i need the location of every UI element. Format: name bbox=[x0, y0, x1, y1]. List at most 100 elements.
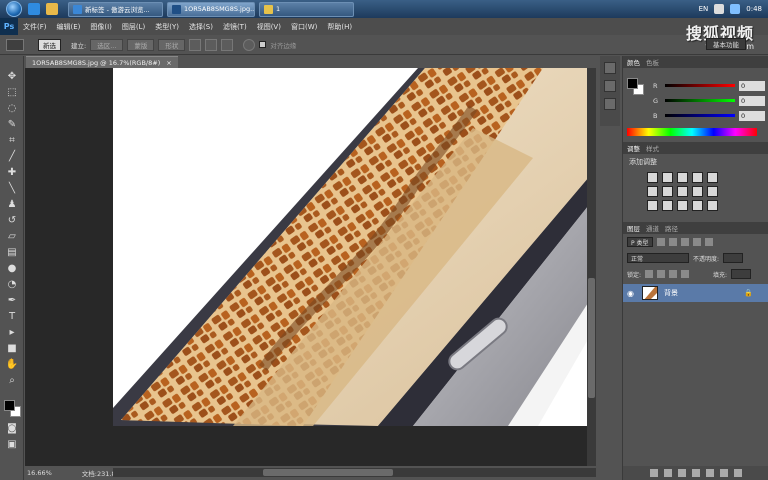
menu-type[interactable]: 类型(Y) bbox=[150, 22, 184, 32]
path-select-tool-icon[interactable]: ▸ bbox=[5, 326, 19, 340]
channel-b-slider[interactable] bbox=[665, 114, 735, 117]
close-icon[interactable]: × bbox=[166, 59, 171, 67]
pen-tool-icon[interactable]: ✒ bbox=[5, 294, 19, 308]
selective-color-icon[interactable] bbox=[707, 200, 718, 211]
quick-mask-icon[interactable]: ◙ bbox=[5, 422, 19, 436]
filter-pixel-icon[interactable] bbox=[656, 238, 665, 246]
foreground-background-swatches[interactable] bbox=[4, 400, 22, 418]
zoom-level[interactable]: 16.66% bbox=[27, 469, 52, 477]
vertical-scroll-thumb[interactable] bbox=[588, 278, 595, 398]
canvas-area[interactable] bbox=[25, 68, 596, 466]
channel-mixer-icon[interactable] bbox=[707, 186, 718, 197]
move-tool-icon[interactable]: ✥ bbox=[5, 70, 19, 84]
folder-icon[interactable] bbox=[46, 3, 58, 15]
lock-all-icon[interactable] bbox=[681, 270, 690, 278]
tray-c-icon[interactable] bbox=[714, 4, 725, 14]
settings-gear-icon[interactable] bbox=[243, 38, 256, 51]
crop-tool-icon[interactable]: ⌗ bbox=[5, 134, 19, 148]
marquee-tool-icon[interactable]: ⬚ bbox=[5, 86, 19, 100]
invert-icon[interactable] bbox=[647, 200, 658, 211]
channel-g-slider[interactable] bbox=[665, 99, 735, 102]
eyedropper-tool-icon[interactable]: ╱ bbox=[5, 150, 19, 164]
menu-help[interactable]: 帮助(H) bbox=[322, 22, 357, 32]
new-layer-icon[interactable] bbox=[720, 469, 728, 477]
document-tab[interactable]: 1OR5AB8SMG8S.jpg @ 16.7%(RGB/8#) × bbox=[26, 56, 178, 68]
lock-position-icon[interactable] bbox=[669, 270, 678, 278]
menu-layer[interactable]: 图层(L) bbox=[117, 22, 150, 32]
color-spectrum-bar[interactable] bbox=[627, 128, 757, 136]
filter-adjust-icon[interactable] bbox=[668, 238, 677, 246]
add-mask-icon[interactable] bbox=[678, 469, 686, 477]
horizontal-scrollbar[interactable] bbox=[113, 468, 596, 477]
color-balance-icon[interactable] bbox=[662, 186, 673, 197]
channel-r-value[interactable]: 0 bbox=[739, 80, 765, 91]
levels-icon[interactable] bbox=[662, 172, 673, 183]
healing-tool-icon[interactable]: ✚ bbox=[5, 166, 19, 180]
filter-type-icon[interactable] bbox=[680, 238, 689, 246]
fill-field[interactable] bbox=[731, 269, 752, 279]
tool-preset-picker[interactable] bbox=[6, 38, 24, 51]
tab-color[interactable]: 颜色 bbox=[627, 57, 640, 67]
tab-swatches[interactable]: 色板 bbox=[646, 57, 659, 67]
menu-window[interactable]: 窗口(W) bbox=[286, 22, 322, 32]
tab-adjustments[interactable]: 调整 bbox=[627, 143, 640, 153]
history-panel-icon[interactable] bbox=[604, 62, 616, 74]
blend-mode-select[interactable]: 正常 bbox=[627, 253, 689, 263]
document-canvas[interactable] bbox=[113, 68, 596, 426]
curves-icon[interactable] bbox=[677, 172, 688, 183]
tab-channels[interactable]: 通道 bbox=[646, 223, 659, 233]
browser-icon[interactable] bbox=[28, 3, 40, 15]
foreground-color-swatch[interactable] bbox=[4, 400, 15, 411]
info-panel-icon[interactable] bbox=[604, 98, 616, 110]
channel-b-value[interactable]: 0 bbox=[739, 110, 765, 121]
new-adjustment-icon[interactable] bbox=[692, 469, 700, 477]
path-arrangement-icon[interactable] bbox=[221, 38, 234, 51]
channel-g-value[interactable]: 0 bbox=[739, 95, 765, 106]
ime-indicator[interactable]: EN bbox=[699, 5, 709, 13]
lasso-tool-icon[interactable]: ◌ bbox=[5, 102, 19, 116]
dodge-tool-icon[interactable]: ◔ bbox=[5, 278, 19, 292]
brush-tool-icon[interactable]: ╲ bbox=[5, 182, 19, 196]
horizontal-scroll-thumb[interactable] bbox=[263, 469, 393, 476]
make-selection-button[interactable]: 选区... bbox=[90, 38, 124, 51]
vertical-scrollbar[interactable] bbox=[587, 68, 596, 466]
tab-styles[interactable]: 样式 bbox=[646, 143, 659, 153]
filter-shape-icon[interactable] bbox=[692, 238, 701, 246]
new-group-icon[interactable] bbox=[706, 469, 714, 477]
opacity-field[interactable] bbox=[723, 253, 744, 263]
history-brush-tool-icon[interactable]: ↺ bbox=[5, 214, 19, 228]
taskbar-task-folder[interactable]: 1 bbox=[259, 1, 354, 17]
workspace-switcher[interactable]: 基本功能 bbox=[706, 38, 746, 50]
visibility-eye-icon[interactable]: ◉ bbox=[627, 289, 636, 298]
menu-image[interactable]: 图像(I) bbox=[85, 22, 117, 32]
menu-file[interactable]: 文件(F) bbox=[18, 22, 52, 32]
eraser-tool-icon[interactable]: ▱ bbox=[5, 230, 19, 244]
properties-panel-icon[interactable] bbox=[604, 80, 616, 92]
quick-select-tool-icon[interactable]: ✎ bbox=[5, 118, 19, 132]
zoom-tool-icon[interactable]: ⌕ bbox=[5, 374, 19, 388]
path-alignment-icon[interactable] bbox=[205, 38, 218, 51]
shape-tool-icon[interactable]: ■ bbox=[5, 342, 19, 356]
layer-style-icon[interactable] bbox=[664, 469, 672, 477]
filter-smart-icon[interactable] bbox=[704, 238, 713, 246]
blur-tool-icon[interactable]: ● bbox=[5, 262, 19, 276]
brightness-icon[interactable] bbox=[647, 172, 658, 183]
layer-row-background[interactable]: ◉ 背景 🔒 bbox=[623, 284, 768, 302]
menu-view[interactable]: 视图(V) bbox=[252, 22, 286, 32]
link-layers-icon[interactable] bbox=[650, 469, 658, 477]
make-mask-button[interactable]: 蒙版 bbox=[127, 38, 155, 51]
delete-layer-icon[interactable] bbox=[734, 469, 742, 477]
gradient-tool-icon[interactable]: ▤ bbox=[5, 246, 19, 260]
type-tool-icon[interactable]: T bbox=[5, 310, 19, 324]
hue-saturation-icon[interactable] bbox=[647, 186, 658, 197]
hand-tool-icon[interactable]: ✋ bbox=[5, 358, 19, 372]
make-shape-button[interactable]: 形状 bbox=[158, 38, 186, 51]
exposure-icon[interactable] bbox=[692, 172, 703, 183]
tab-layers[interactable]: 图层 bbox=[627, 223, 640, 233]
lock-transparent-icon[interactable] bbox=[645, 270, 654, 278]
selection-mode-select[interactable]: 新选 bbox=[38, 38, 61, 51]
tab-paths[interactable]: 路径 bbox=[665, 223, 678, 233]
vibrance-icon[interactable] bbox=[707, 172, 718, 183]
black-white-icon[interactable] bbox=[677, 186, 688, 197]
path-operations-icon[interactable] bbox=[189, 38, 202, 51]
